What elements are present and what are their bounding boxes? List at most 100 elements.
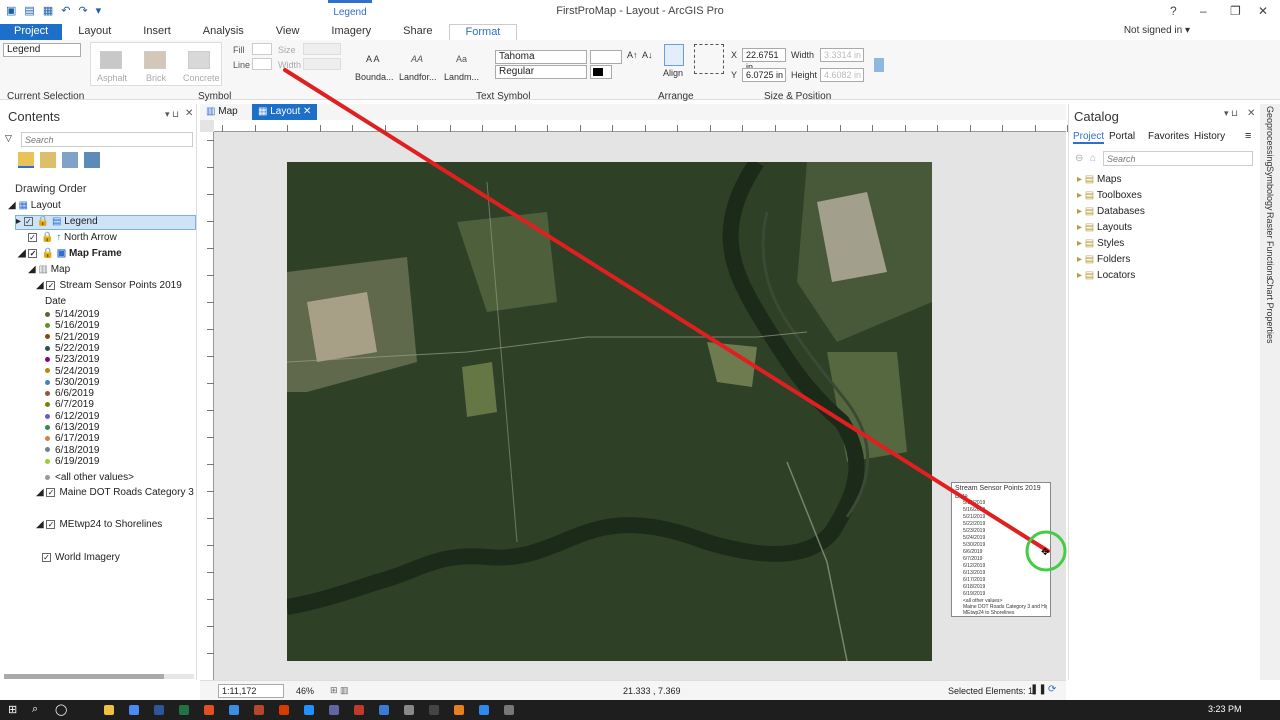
date-list-item[interactable]: 5/23/2019: [45, 354, 100, 365]
tree-north-arrow[interactable]: ✓ 🔒 ↑ North Arrow: [28, 232, 117, 247]
close-button[interactable]: ✕: [1258, 4, 1268, 18]
taskbar-app-icon[interactable]: [304, 705, 314, 715]
taskbar-app-icon[interactable]: [129, 705, 139, 715]
date-list-item[interactable]: 5/21/2019: [45, 332, 100, 343]
search-icon[interactable]: ⌕: [32, 703, 38, 716]
tab-layout-view[interactable]: ▦ Layout ✕: [252, 104, 318, 120]
tree-stream-layer[interactable]: ◢ ✓ Stream Sensor Points 2019: [36, 280, 182, 295]
close-contents-icon[interactable]: ✕: [185, 108, 193, 119]
anchor-point-icon[interactable]: [694, 44, 724, 74]
tree-layout[interactable]: ◢ ▦ Layout: [8, 200, 61, 215]
height-size-input[interactable]: 4.6082 in: [820, 68, 864, 82]
zoom-dropdown[interactable]: 46%: [296, 686, 314, 696]
date-list-item[interactable]: 5/14/2019: [45, 309, 100, 320]
date-list-item[interactable]: 5/16/2019: [45, 320, 100, 331]
symbol-gallery[interactable]: Asphalt Brick Concrete: [90, 42, 222, 86]
lock-aspect-icon[interactable]: [874, 58, 884, 72]
pane-menu-icon[interactable]: ▾ ⊔: [165, 109, 179, 120]
taskbar-app-icon[interactable]: [329, 705, 339, 715]
date-list-item[interactable]: 5/24/2019: [45, 366, 100, 377]
close-layout-tab-icon[interactable]: ✕: [303, 106, 311, 117]
tree-roads-layer[interactable]: ◢ ✓Maine DOT Roads Category 3 and Highe: [36, 487, 196, 502]
tab-project[interactable]: Project: [0, 24, 63, 40]
tab-imagery[interactable]: Imagery: [315, 24, 387, 40]
x-position-input[interactable]: 22.6751 in: [742, 48, 786, 72]
filter-icon[interactable]: ▽: [5, 133, 12, 144]
taskbar-app-icon[interactable]: [104, 705, 114, 715]
date-list-item[interactable]: 6/17/2019: [45, 433, 100, 444]
close-catalog-icon[interactable]: ✕: [1247, 108, 1255, 119]
text-style-gallery[interactable]: A A Bounda... AA Landfor... Aa Landm...: [354, 44, 490, 86]
tab-map-view[interactable]: ▥ Map: [206, 106, 238, 117]
date-list-item[interactable]: 6/13/2019: [45, 422, 100, 433]
catalog-item[interactable]: ▸ ▤ Styles: [1077, 238, 1124, 253]
dock-geoprocessing[interactable]: Geoprocessing: [1265, 106, 1275, 167]
taskbar-app-icon[interactable]: [479, 705, 489, 715]
catalog-item[interactable]: ▸ ▤ Maps: [1077, 174, 1121, 189]
swatch-asphalt[interactable]: [100, 51, 122, 69]
tab-layout[interactable]: Layout: [62, 24, 127, 40]
font-style-dropdown[interactable]: Regular: [495, 65, 587, 79]
date-list-item[interactable]: 6/7/2019: [45, 399, 94, 410]
map-frame-imagery[interactable]: [287, 162, 932, 661]
taskbar-app-icon[interactable]: [179, 705, 189, 715]
taskbar-app-icon[interactable]: [204, 705, 214, 715]
contents-search-input[interactable]: [21, 132, 193, 147]
taskbar-app-icon[interactable]: [229, 705, 239, 715]
dock-raster-functions[interactable]: Raster Functions: [1265, 212, 1275, 280]
restore-button[interactable]: ❐: [1230, 4, 1241, 18]
taskbar-app-icon[interactable]: [154, 705, 164, 715]
width-size-input[interactable]: 3.3314 in: [820, 48, 864, 62]
text-style-landmark[interactable]: Landm...: [444, 72, 479, 82]
tab-share[interactable]: Share: [387, 24, 448, 40]
swatch-concrete[interactable]: [188, 51, 210, 69]
taskbar-app-icon[interactable]: [404, 705, 414, 715]
back-icon[interactable]: ⊖: [1075, 153, 1083, 164]
font-size-dropdown[interactable]: [590, 50, 622, 64]
fill-color-picker[interactable]: [252, 43, 272, 55]
text-style-boundary[interactable]: Bounda...: [355, 72, 394, 82]
dock-symbology[interactable]: Symbology: [1265, 166, 1275, 211]
tab-format[interactable]: Format: [448, 24, 518, 40]
tree-map[interactable]: ◢ ▥ Map: [28, 264, 70, 279]
tab-analysis[interactable]: Analysis: [187, 24, 260, 40]
refresh-icon[interactable]: ⟳: [1048, 684, 1056, 695]
fit-page-icon[interactable]: ⊞ ▥: [330, 685, 349, 696]
snapping-view-icon[interactable]: [84, 152, 100, 168]
dock-chart-properties[interactable]: Chart Properties: [1265, 278, 1275, 344]
shrink-font-icon[interactable]: A↓: [642, 50, 653, 60]
y-position-input[interactable]: 6.0725 in: [742, 68, 786, 82]
taskbar-app-icon[interactable]: [254, 705, 264, 715]
signin-status[interactable]: Not signed in ▾: [1124, 25, 1190, 36]
align-button[interactable]: Align: [663, 68, 683, 78]
contents-hscrollbar[interactable]: [4, 674, 194, 679]
catalog-item[interactable]: ▸ ▤ Layouts: [1077, 222, 1132, 237]
align-icon[interactable]: [664, 44, 684, 66]
size-input[interactable]: [303, 43, 341, 55]
catalog-tab-history[interactable]: History: [1194, 131, 1225, 142]
home-icon[interactable]: ⌂: [1090, 153, 1096, 164]
catalog-options-icon[interactable]: ≡: [1245, 130, 1251, 142]
date-list-item[interactable]: 5/30/2019: [45, 377, 100, 388]
tree-all-other[interactable]: <all other values>: [45, 472, 134, 487]
taskbar-app-icon[interactable]: [379, 705, 389, 715]
font-color-picker[interactable]: [590, 65, 612, 79]
text-style-landform[interactable]: Landfor...: [399, 72, 437, 82]
taskbar-app-icon[interactable]: [454, 705, 464, 715]
width-input[interactable]: [303, 58, 341, 70]
tab-view[interactable]: View: [260, 24, 316, 40]
scale-dropdown[interactable]: 1:11,172: [218, 684, 284, 698]
catalog-item[interactable]: ▸ ▤ Folders: [1077, 254, 1130, 269]
catalog-item[interactable]: ▸ ▤ Databases: [1077, 206, 1145, 221]
catalog-item[interactable]: ▸ ▤ Locators: [1077, 270, 1135, 285]
tree-legend[interactable]: ▸ ✓ 🔒 ▤ Legend: [15, 215, 196, 230]
task-view-icon[interactable]: ◯: [55, 703, 67, 716]
tab-insert[interactable]: Insert: [127, 24, 187, 40]
catalog-item[interactable]: ▸ ▤ Toolboxes: [1077, 190, 1142, 205]
date-list-item[interactable]: 6/19/2019: [45, 456, 100, 467]
taskbar-app-icon[interactable]: [354, 705, 364, 715]
date-list-item[interactable]: 6/18/2019: [45, 445, 100, 456]
catalog-tab-project[interactable]: Project: [1073, 131, 1105, 144]
current-selection-dropdown[interactable]: Legend: [3, 43, 81, 57]
drawing-order-icon[interactable]: [18, 152, 34, 168]
